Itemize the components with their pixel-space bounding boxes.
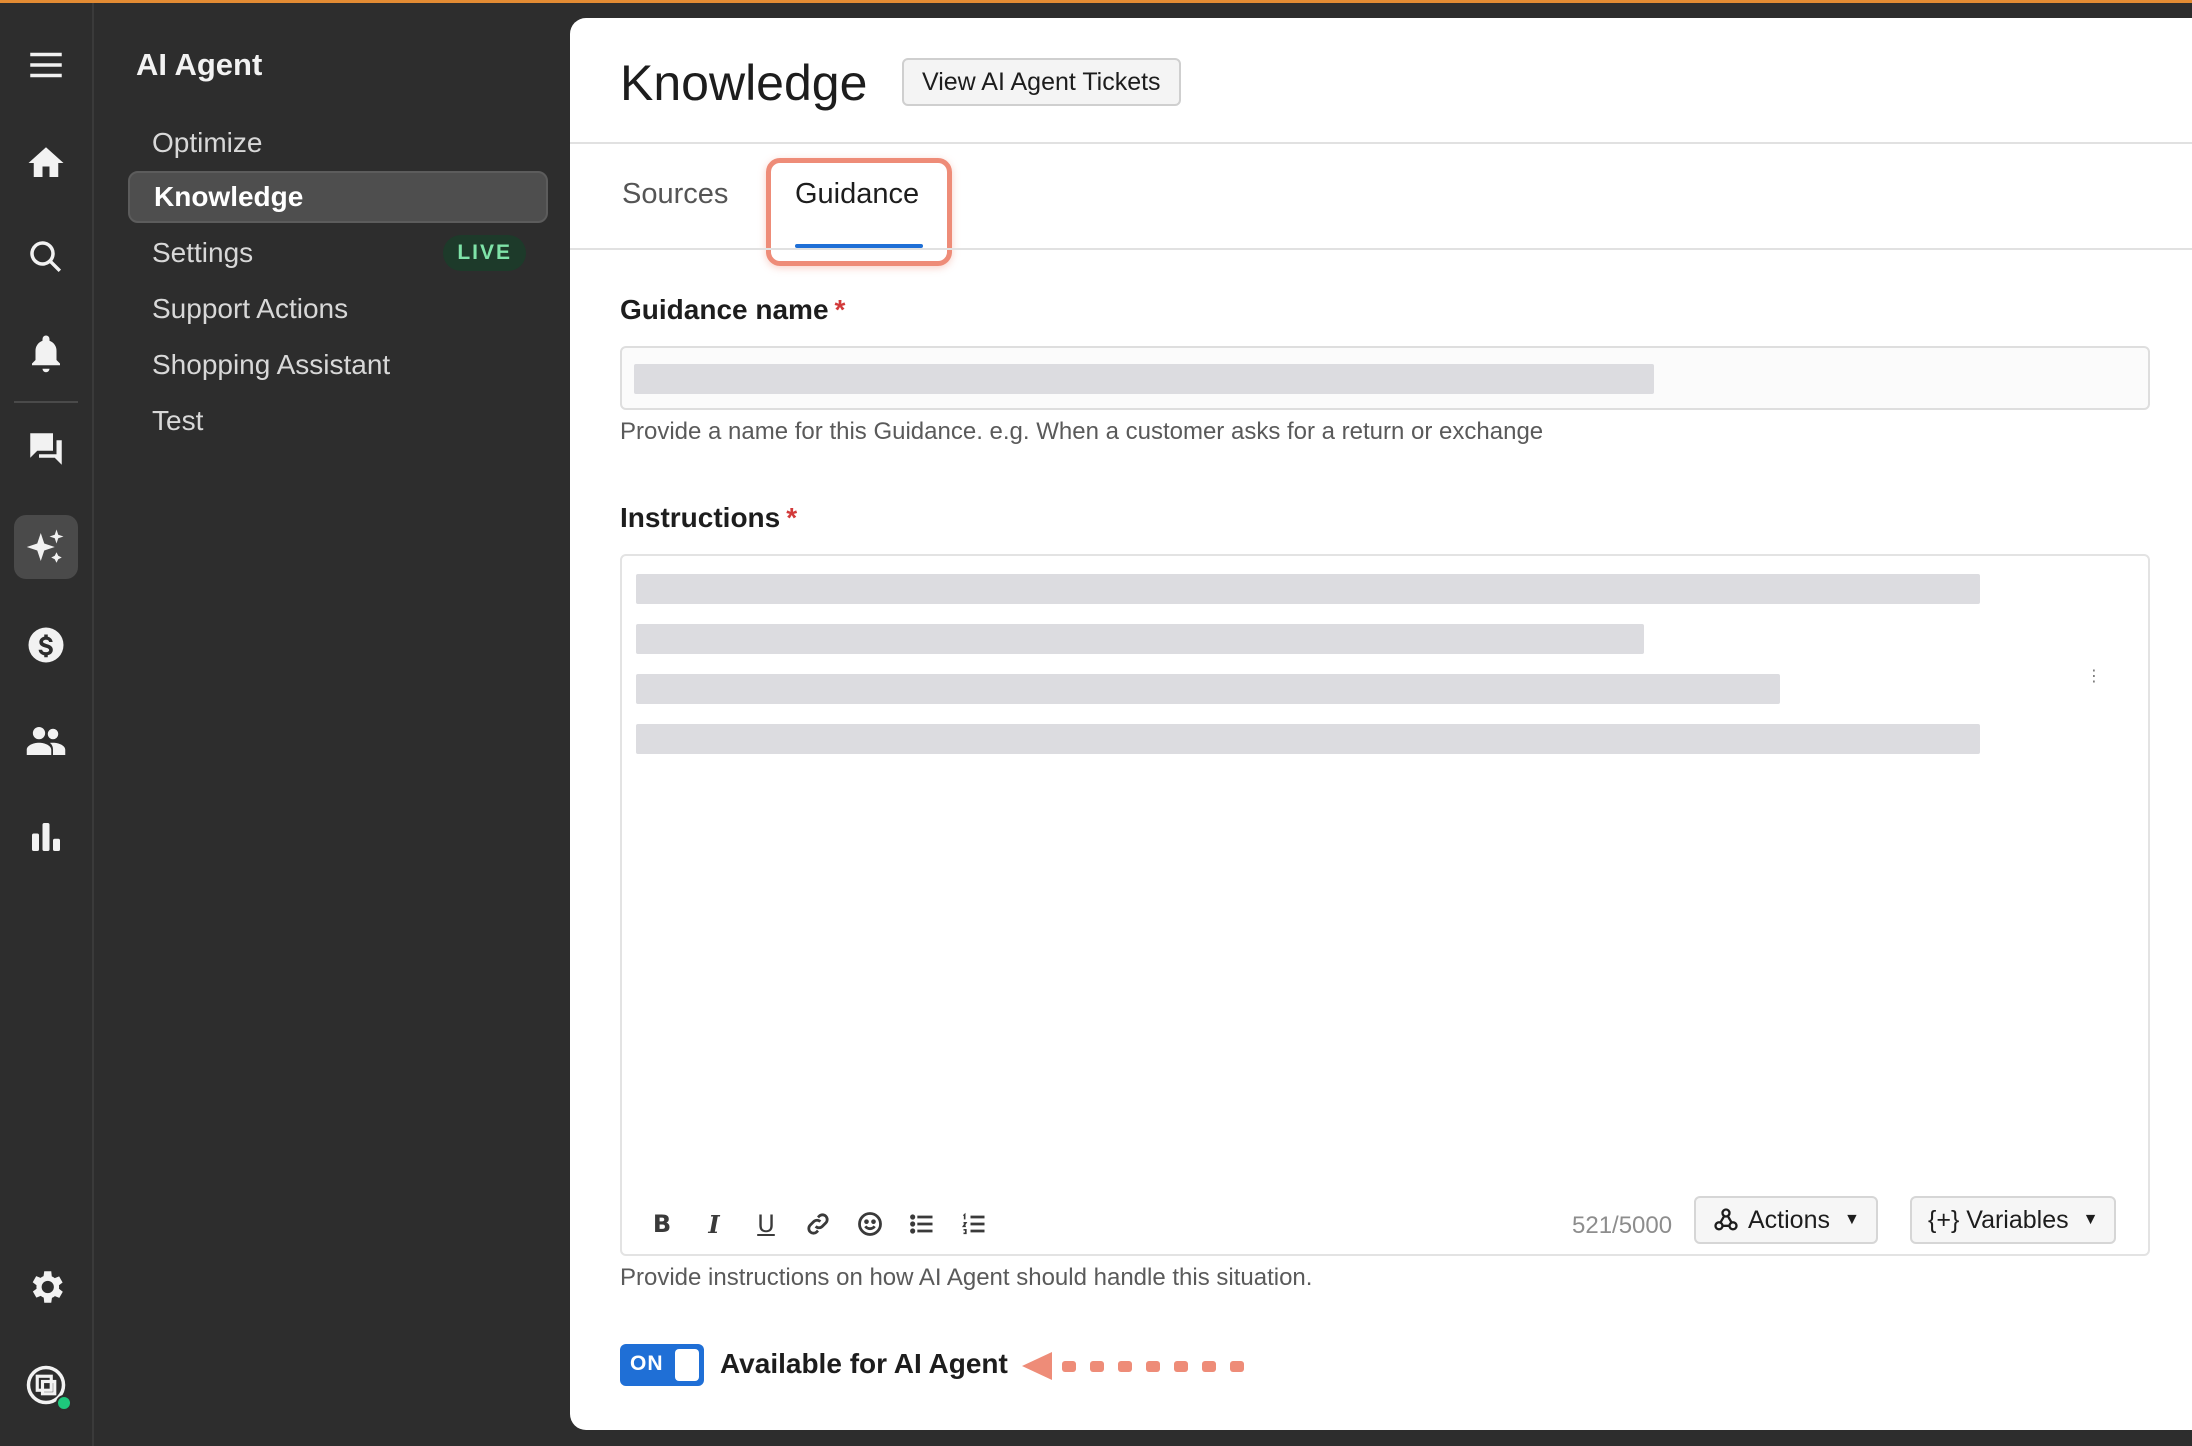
- underline-icon[interactable]: U: [748, 1206, 784, 1242]
- icon-rail: [0, 3, 94, 1446]
- tabs-divider: [570, 248, 2192, 250]
- nav-title: AI Agent: [136, 47, 263, 82]
- emoji-icon[interactable]: [852, 1206, 888, 1242]
- nav-item-settings[interactable]: Settings LIVE: [128, 227, 548, 279]
- bell-icon[interactable]: [14, 321, 78, 385]
- menu-icon[interactable]: [14, 33, 78, 97]
- nav-item-label: Knowledge: [154, 181, 304, 212]
- toggle-label: Available for AI Agent: [720, 1348, 1008, 1379]
- nav-item-label: Support Actions: [152, 293, 349, 324]
- instructions-label: Instructions *: [620, 502, 797, 534]
- webhook-icon: [1714, 1208, 1738, 1231]
- character-counter: 521/5000: [1572, 1212, 1673, 1239]
- resize-handle-icon[interactable]: ⋮: [2086, 666, 2102, 686]
- redacted-text-bar: [636, 724, 1980, 754]
- nav-item-label: Test: [152, 405, 204, 436]
- stats-icon[interactable]: [14, 805, 78, 869]
- instructions-label-text: Instructions: [620, 502, 781, 533]
- instructions-help: Provide instructions on how AI Agent sho…: [620, 1264, 1313, 1291]
- nav-item-support-actions[interactable]: Support Actions: [128, 283, 548, 335]
- chevron-down-icon: ▼: [1843, 1211, 1860, 1228]
- redacted-text-bar: [634, 364, 1654, 394]
- toggle-state-text: ON: [630, 1352, 664, 1375]
- chat-icon[interactable]: [14, 417, 78, 481]
- variables-dropdown[interactable]: {+} Variables ▼: [1910, 1196, 2117, 1244]
- tab-sources[interactable]: Sources: [622, 178, 728, 211]
- variables-label: {+} Variables: [1928, 1205, 2069, 1234]
- secondary-nav: AI Agent Optimize Knowledge Settings LIV…: [96, 3, 560, 1446]
- link-icon[interactable]: [800, 1206, 836, 1242]
- settings-gear-icon[interactable]: [14, 1255, 78, 1319]
- redacted-text-bar: [636, 624, 1644, 654]
- guidance-name-label-text: Guidance name: [620, 294, 829, 325]
- toggle-knob: [675, 1349, 699, 1381]
- nav-item-test[interactable]: Test: [128, 395, 548, 447]
- nav-item-label: Settings: [152, 237, 254, 268]
- redacted-text-bar: [636, 674, 1780, 704]
- online-status-dot: [56, 1395, 72, 1411]
- home-icon[interactable]: [14, 131, 78, 195]
- search-icon[interactable]: [14, 225, 78, 289]
- chevron-down-icon: ▼: [2082, 1211, 2099, 1228]
- nav-item-optimize[interactable]: Optimize: [128, 117, 548, 169]
- ai-agent-availability-toggle[interactable]: ON: [620, 1344, 704, 1386]
- ai-sparkle-icon[interactable]: [14, 515, 78, 579]
- bullet-list-icon[interactable]: [904, 1206, 940, 1242]
- page-title: Knowledge: [620, 55, 868, 111]
- dollar-icon[interactable]: [14, 613, 78, 677]
- main-panel: Knowledge View AI Agent Tickets Sources …: [570, 18, 2192, 1430]
- actions-dropdown[interactable]: Actions ▼: [1694, 1196, 1878, 1244]
- users-icon[interactable]: [14, 709, 78, 773]
- required-mark: *: [786, 502, 798, 533]
- required-mark: *: [834, 294, 846, 325]
- nav-item-shopping-assistant[interactable]: Shopping Assistant: [128, 339, 548, 391]
- instructions-editor[interactable]: ⋮ B I U 521/5000 Actions ▼ {+} Variables…: [620, 554, 2150, 1256]
- arrow-annotation-icon: [1022, 1352, 1244, 1380]
- redacted-text-bar: [636, 574, 1980, 604]
- view-tickets-button[interactable]: View AI Agent Tickets: [902, 58, 1181, 106]
- header-divider: [570, 142, 2192, 144]
- numbered-list-icon[interactable]: [956, 1206, 992, 1242]
- account-icon[interactable]: [14, 1353, 78, 1417]
- rail-divider: [14, 401, 78, 403]
- nav-item-label: Shopping Assistant: [152, 349, 391, 380]
- guidance-name-input[interactable]: [620, 346, 2150, 410]
- actions-label: Actions: [1748, 1205, 1830, 1234]
- nav-item-label: Optimize: [152, 127, 263, 158]
- bold-icon[interactable]: B: [644, 1206, 680, 1242]
- live-badge: LIVE: [443, 235, 526, 271]
- nav-item-knowledge[interactable]: Knowledge: [128, 171, 548, 223]
- italic-icon[interactable]: I: [696, 1206, 732, 1242]
- guidance-name-help: Provide a name for this Guidance. e.g. W…: [620, 418, 1544, 445]
- guidance-name-label: Guidance name *: [620, 294, 845, 326]
